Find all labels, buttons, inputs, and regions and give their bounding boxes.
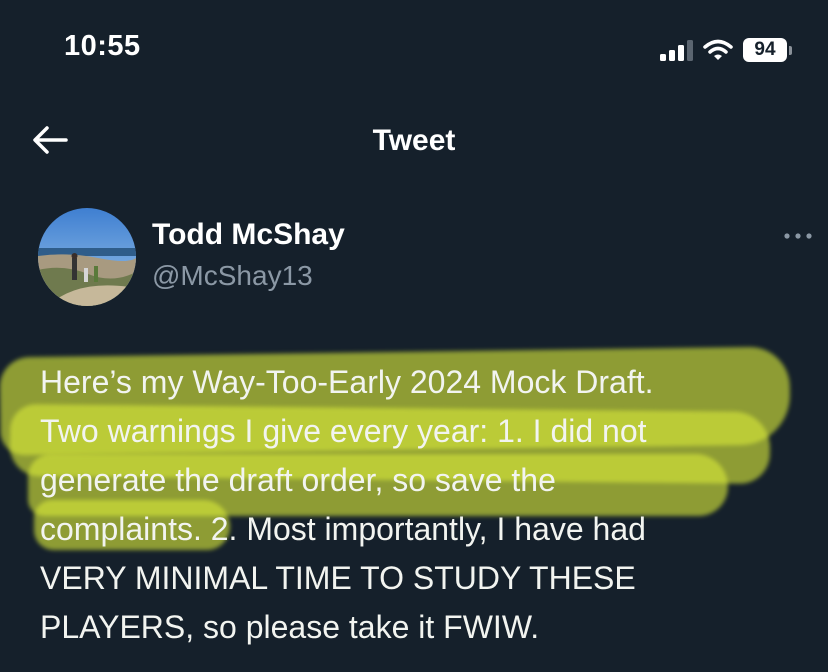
tweet-author: Todd McShay @McShay13 [38,208,812,308]
battery-level: 94 [743,38,787,62]
nav-header: Tweet [0,110,828,170]
tweet-line: complaints. 2. Most importantly, I have … [40,511,646,547]
author-handle[interactable]: @McShay13 [152,260,345,292]
wifi-icon [703,39,733,60]
page-title: Tweet [372,124,456,157]
tweet-line: Here’s my Way-Too-Early 2024 Mock Draft. [40,364,654,400]
avatar[interactable] [38,208,136,306]
tweet-text: Here’s my Way-Too-Early 2024 Mock Draft.… [40,358,810,652]
more-options-button[interactable] [778,226,818,246]
tweet-line: Two warnings I give every year: 1. I did… [40,413,647,449]
battery-icon: 94 [743,38,792,62]
status-icons: 94 [660,33,792,67]
author-display-name[interactable]: Todd McShay [152,218,345,252]
status-time: 10:55 [64,30,141,62]
more-options-icon [784,233,812,239]
tweet-line: generate the draft order, so save the [40,462,556,498]
cellular-signal-icon [660,39,693,61]
tweet-body: Here’s my Way-Too-Early 2024 Mock Draft.… [0,346,828,672]
tweet-line: VERY MINIMAL TIME TO STUDY THESE [40,560,636,596]
status-bar: 10:55 94 [0,0,828,100]
author-names: Todd McShay @McShay13 [152,218,345,292]
tweet-line: PLAYERS, so please take it FWIW. [40,609,540,645]
